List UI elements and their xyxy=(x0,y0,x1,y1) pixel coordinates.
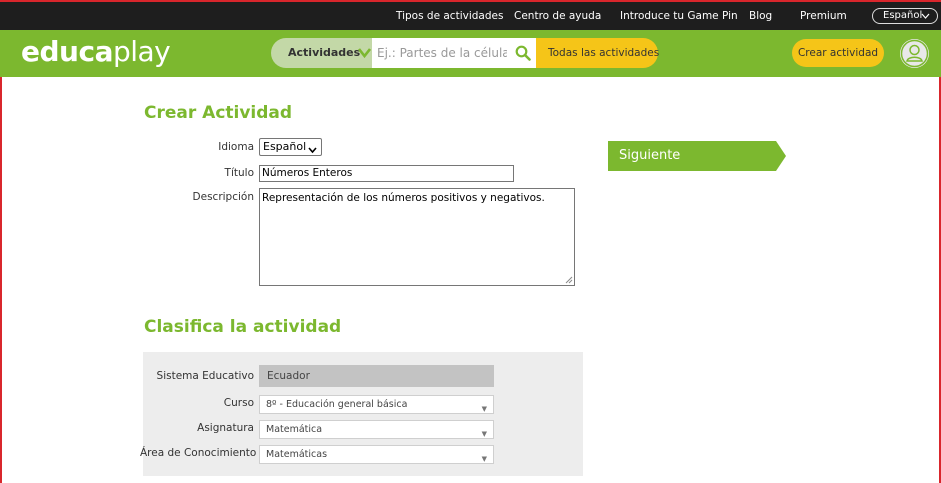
course-select[interactable]: 8º - Educación general básica ▼ xyxy=(259,395,494,414)
activities-dropdown[interactable]: Actividades xyxy=(271,38,372,68)
logo-part-educa: educa xyxy=(21,35,113,68)
classify-title: Clasifica la actividad xyxy=(144,317,342,337)
page-title: Crear Actividad xyxy=(144,103,293,123)
language-label: Idioma xyxy=(218,141,254,153)
course-label: Curso xyxy=(223,397,254,409)
chevron-down-icon xyxy=(921,9,930,28)
logo-part-play: play xyxy=(112,35,171,68)
search-icon xyxy=(515,45,531,61)
create-activity-button[interactable]: Crear actividad xyxy=(792,39,884,67)
subject-select-value: Matemática xyxy=(266,424,323,435)
link-centro-ayuda[interactable]: Centro de ayuda xyxy=(514,2,601,30)
course-select-value: 8º - Educación general básica xyxy=(266,399,408,410)
knowledge-area-select[interactable]: Matemáticas ▼ xyxy=(259,445,494,464)
all-activities-button[interactable]: Todas las actividades xyxy=(536,38,659,68)
subject-label: Asignatura xyxy=(197,422,254,434)
knowledge-area-label: Área de Conocimiento xyxy=(140,447,257,459)
language-selector[interactable]: Español xyxy=(872,8,938,24)
link-blog[interactable]: Blog xyxy=(749,2,772,30)
description-label: Descripción xyxy=(192,191,254,203)
user-avatar[interactable] xyxy=(900,39,929,68)
description-textarea[interactable]: Representación de los números positivos … xyxy=(259,188,575,286)
title-label: Título xyxy=(224,167,254,179)
main-header: educaplay Actividades Todas las activida… xyxy=(0,30,941,77)
top-bar: Tipos de actividades Centro de ayuda Int… xyxy=(0,2,941,30)
caret-down-icon: ▼ xyxy=(481,405,487,413)
caret-down-icon: ▼ xyxy=(481,455,487,463)
frame-top-border xyxy=(0,0,941,2)
educational-system-label: Sistema Educativo xyxy=(156,370,254,382)
title-input[interactable]: Números Enteros xyxy=(259,165,514,182)
next-button[interactable]: Siguiente xyxy=(608,141,786,171)
caret-down-icon: ▼ xyxy=(481,430,487,438)
educational-system-field: Ecuador xyxy=(259,365,494,387)
language-select[interactable]: Español xyxy=(259,138,322,156)
language-select-value: Español xyxy=(263,140,307,153)
chevron-down-icon xyxy=(357,38,372,78)
link-tipos-actividades[interactable]: Tipos de actividades xyxy=(396,2,503,30)
link-premium[interactable]: Premium xyxy=(800,2,847,30)
search-bar: Actividades Todas las actividades xyxy=(271,38,663,68)
next-button-label: Siguiente xyxy=(619,148,681,163)
educaplay-logo[interactable]: educaplay xyxy=(21,35,171,68)
subject-select[interactable]: Matemática ▼ xyxy=(259,420,494,439)
search-button[interactable] xyxy=(507,38,537,68)
knowledge-area-select-value: Matemáticas xyxy=(266,449,328,460)
activities-dropdown-label: Actividades xyxy=(288,46,361,59)
resize-handle-icon[interactable] xyxy=(565,276,573,284)
link-game-pin[interactable]: Introduce tu Game Pin xyxy=(620,2,738,30)
user-icon xyxy=(900,39,929,68)
language-selector-label: Español xyxy=(883,10,923,21)
chevron-down-icon xyxy=(308,143,317,159)
description-text: Representación de los números positivos … xyxy=(262,192,545,204)
